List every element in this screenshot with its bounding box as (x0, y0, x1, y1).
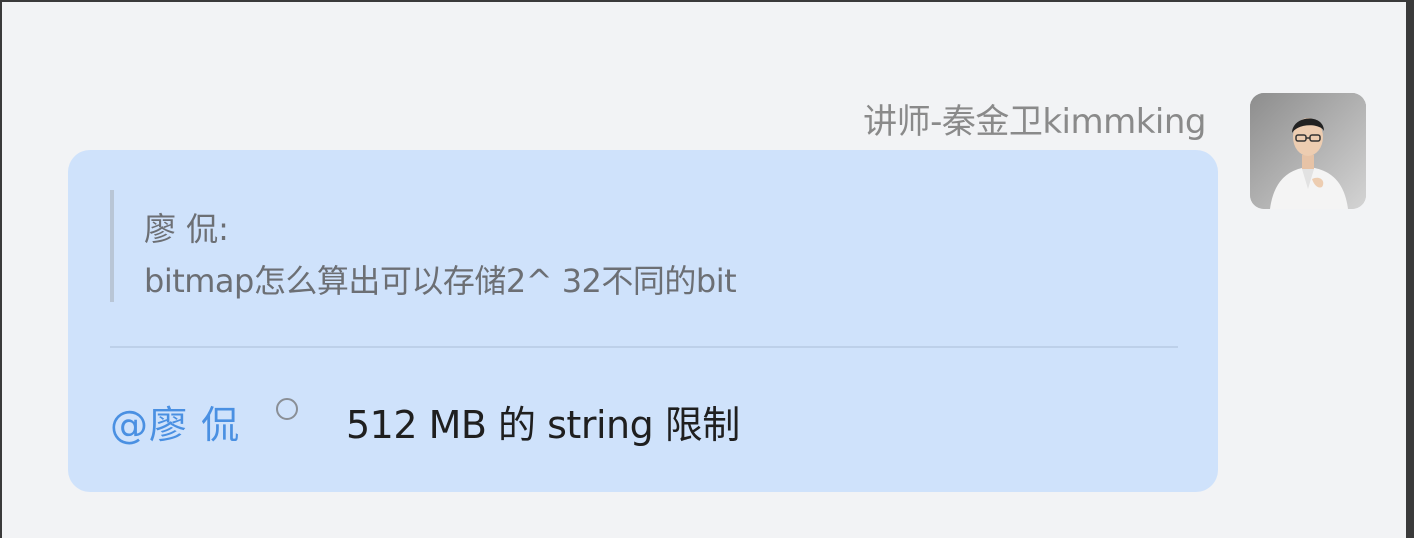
quote-author: 廖 侃: (144, 210, 229, 248)
reply-text: 512 MB 的 string 限制 (346, 403, 740, 447)
avatar-photo-icon (1250, 93, 1366, 209)
quote-text: bitmap怎么算出可以存储2^ 32不同的bit (144, 262, 737, 300)
message-bubble[interactable]: 廖 侃: bitmap怎么算出可以存储2^ 32不同的bit @廖 侃 512 … (68, 150, 1218, 492)
mention-link[interactable]: @廖 侃 (110, 394, 240, 449)
chat-window: 讲师-秦金卫kimmking 廖 侃: bitmap怎么算出可以存储2^ 32不… (2, 2, 1406, 538)
sender-name: 讲师-秦金卫kimmking (863, 102, 1206, 142)
circle-icon (276, 398, 298, 420)
quoted-message[interactable]: 廖 侃: bitmap怎么算出可以存储2^ 32不同的bit (110, 190, 1144, 302)
quote-divider (110, 346, 1178, 348)
avatar[interactable] (1250, 93, 1366, 209)
